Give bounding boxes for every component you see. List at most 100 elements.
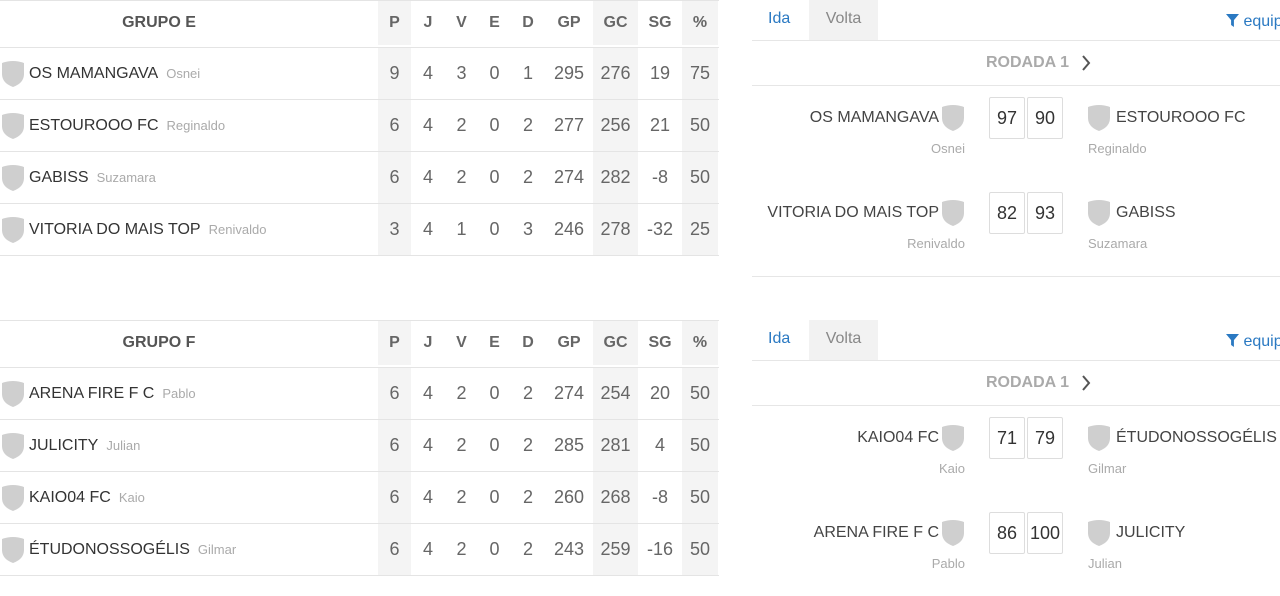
tab-volta[interactable]: Volta — [809, 320, 878, 360]
away-team-name[interactable]: ESTOUROOO FC — [1116, 109, 1246, 127]
shield-icon — [2, 216, 24, 243]
away-team-name[interactable]: JULICITY — [1116, 524, 1185, 542]
match-row[interactable]: ARENA FIRE F C Pablo 86 100 JULICITY Jul… — [752, 501, 1280, 596]
stat-v: 3 — [456, 63, 467, 83]
owner-name: Suzamara — [96, 170, 156, 185]
owner-name: Renivaldo — [208, 222, 267, 237]
owner-name: Kaio — [118, 490, 145, 505]
stat-j: 4 — [422, 115, 433, 135]
owner-name: Pablo — [162, 386, 196, 401]
shield-icon — [2, 380, 24, 407]
team-name[interactable]: ARENA FIRE F C — [29, 385, 154, 403]
match-row[interactable]: KAIO04 FC Kaio 71 79 ÉTUDONOSSOGÉLIS Gil… — [752, 406, 1280, 501]
stat-gp: 277 — [553, 115, 585, 135]
stat-gc: 259 — [593, 524, 638, 575]
stat-j: 4 — [422, 435, 433, 455]
owner-name: Osnei — [166, 66, 201, 81]
table-row[interactable]: ESTOUROOO FC Reginaldo 6 4 2 0 2 277 256… — [0, 100, 719, 152]
stat-d: 2 — [522, 115, 533, 135]
stat-gc: 276 — [593, 48, 638, 99]
stat-gc: 268 — [593, 472, 638, 523]
tab-volta[interactable]: Volta — [809, 0, 878, 40]
stat-pct: 50 — [682, 524, 718, 575]
shield-icon — [942, 425, 964, 451]
stat-gc: 281 — [593, 420, 638, 471]
stat-pct: 50 — [682, 152, 718, 203]
filter-icon — [1226, 334, 1239, 347]
team-name[interactable]: JULICITY — [29, 437, 98, 455]
match-row[interactable]: OS MAMANGAVA Osnei 97 90 ESTOUROOO FC Re… — [752, 86, 1280, 181]
home-owner: Pablo — [931, 556, 965, 571]
away-owner: Gilmar — [1088, 461, 1127, 476]
stat-v: 2 — [456, 487, 467, 507]
col-header-e: E — [489, 14, 500, 31]
team-name[interactable]: ÉTUDONOSSOGÉLIS — [29, 541, 190, 559]
leg-tabs: Ida Volta equip — [752, 320, 1280, 361]
home-team-name[interactable]: ARENA FIRE F C — [814, 524, 939, 542]
col-header-v: V — [456, 334, 467, 351]
stat-sg: -8 — [651, 487, 668, 507]
group-title: GRUPO E — [122, 14, 196, 31]
stat-e: 0 — [489, 219, 500, 239]
col-header-e: E — [489, 334, 500, 351]
owner-name: Julian — [106, 438, 141, 453]
stat-d: 2 — [522, 383, 533, 403]
stat-sg: 19 — [649, 63, 671, 83]
home-team-name[interactable]: KAIO04 FC — [857, 429, 939, 447]
shield-icon — [1088, 200, 1110, 226]
home-score: 97 — [989, 97, 1025, 139]
stat-p: 6 — [378, 100, 411, 151]
shield-icon — [942, 200, 964, 226]
stat-v: 2 — [456, 115, 467, 135]
stat-gp: 295 — [553, 63, 585, 83]
stat-gp: 274 — [553, 383, 585, 403]
shield-icon — [1088, 520, 1110, 546]
away-team-name[interactable]: ÉTUDONOSSOGÉLIS — [1116, 429, 1277, 447]
match-row[interactable]: VITORIA DO MAIS TOP Renivaldo 82 93 GABI… — [752, 181, 1280, 277]
team-name[interactable]: VITORIA DO MAIS TOP — [29, 221, 201, 239]
group-f-table: GRUPO F P J V E D GP GC SG % ARENA FIRE … — [0, 320, 719, 576]
table-row[interactable]: ÉTUDONOSSOGÉLIS Gilmar 6 4 2 0 2 243 259… — [0, 524, 719, 576]
team-name[interactable]: OS MAMANGAVA — [29, 65, 158, 83]
col-header-gc: GC — [593, 321, 638, 365]
table-row[interactable]: JULICITY Julian 6 4 2 0 2 285 281 4 50 — [0, 420, 719, 472]
stat-d: 3 — [522, 219, 533, 239]
table-row[interactable]: OS MAMANGAVA Osnei 9 4 3 0 1 295 276 19 … — [0, 48, 719, 100]
tab-ida[interactable]: Ida — [768, 0, 790, 40]
stat-pct: 50 — [682, 100, 718, 151]
team-name[interactable]: ESTOUROOO FC — [29, 117, 159, 135]
team-name[interactable]: GABISS — [29, 169, 89, 187]
col-header-gc: GC — [593, 1, 638, 45]
col-header-sg: SG — [648, 334, 672, 351]
away-score: 100 — [1027, 512, 1063, 554]
stat-j: 4 — [422, 63, 433, 83]
team-filter-button[interactable]: equip — [1226, 320, 1280, 364]
shield-icon — [2, 536, 24, 563]
stat-p: 6 — [378, 152, 411, 203]
stat-e: 0 — [489, 63, 500, 83]
chevron-right-icon[interactable] — [1081, 41, 1091, 85]
table-row[interactable]: VITORIA DO MAIS TOP Renivaldo 3 4 1 0 3 … — [0, 204, 719, 256]
away-team-name[interactable]: GABISS — [1116, 204, 1176, 222]
table-row[interactable]: KAIO04 FC Kaio 6 4 2 0 2 260 268 -8 50 — [0, 472, 719, 524]
chevron-right-icon[interactable] — [1081, 361, 1091, 405]
tab-ida[interactable]: Ida — [768, 320, 790, 360]
shield-icon — [1088, 105, 1110, 131]
shield-icon — [2, 432, 24, 459]
stat-v: 2 — [456, 539, 467, 559]
round-label: RODADA 1 — [986, 54, 1069, 71]
stat-sg: 20 — [649, 383, 671, 403]
stat-j: 4 — [422, 539, 433, 559]
group-e-table: GRUPO E P J V E D GP GC SG % OS MAMANGAV… — [0, 0, 719, 256]
table-row[interactable]: GABISS Suzamara 6 4 2 0 2 274 282 -8 50 — [0, 152, 719, 204]
stat-pct: 25 — [682, 204, 718, 255]
table-row[interactable]: ARENA FIRE F C Pablo 6 4 2 0 2 274 254 2… — [0, 368, 719, 420]
team-filter-button[interactable]: equip — [1226, 0, 1280, 44]
home-team-name[interactable]: OS MAMANGAVA — [810, 109, 939, 127]
stat-pct: 50 — [682, 368, 718, 419]
stat-pct: 50 — [682, 472, 718, 523]
stat-sg: -8 — [651, 167, 668, 187]
home-team-name[interactable]: VITORIA DO MAIS TOP — [767, 204, 939, 222]
away-score: 79 — [1027, 417, 1063, 459]
team-name[interactable]: KAIO04 FC — [29, 489, 111, 507]
